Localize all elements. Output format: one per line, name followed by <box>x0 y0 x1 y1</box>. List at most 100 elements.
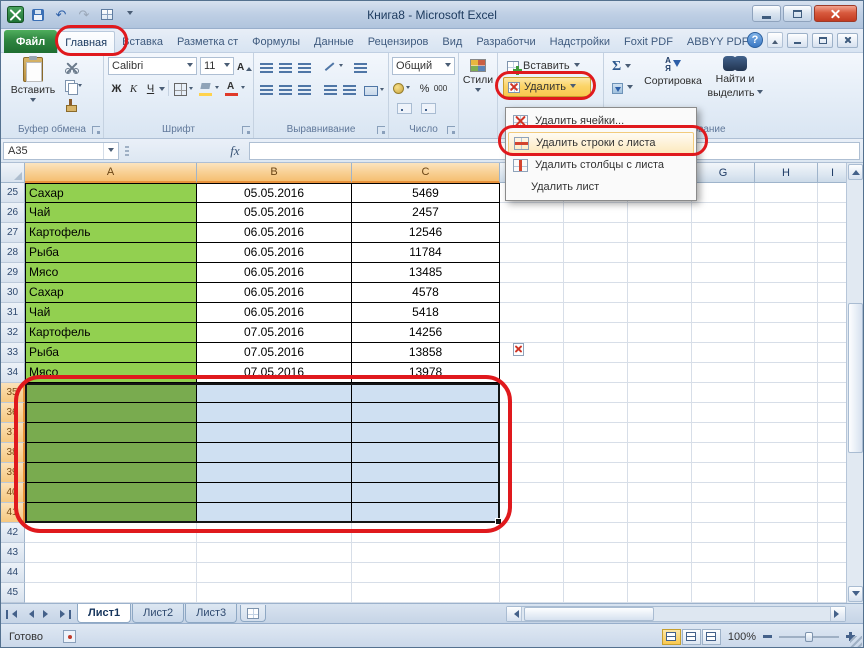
menu-item[interactable]: Удалить ячейки... <box>508 110 694 132</box>
cell-E30[interactable] <box>564 283 628 303</box>
cell-B35[interactable] <box>197 383 352 403</box>
column-header-A[interactable]: A <box>25 163 197 183</box>
qat-customize-button[interactable] <box>121 6 139 24</box>
cell-G30[interactable] <box>692 283 755 303</box>
cell-A30[interactable]: Сахар <box>25 283 197 303</box>
cell-C29[interactable]: 13485 <box>352 263 500 283</box>
tab-Файл[interactable]: Файл <box>4 30 58 53</box>
undo-button[interactable]: ↶ <box>52 6 70 24</box>
redo-button[interactable]: ↷ <box>75 6 93 24</box>
number-format-combo[interactable]: Общий <box>392 57 455 75</box>
cell-G33[interactable] <box>692 343 755 363</box>
cell-H34[interactable] <box>755 363 818 383</box>
menu-item[interactable]: Удалить лист <box>508 176 694 356</box>
cell-E43[interactable] <box>564 543 628 563</box>
cell-E33[interactable] <box>564 343 628 363</box>
row-header-33[interactable]: 33 <box>1 343 25 363</box>
row-header-25[interactable]: 25 <box>1 183 25 203</box>
cell-B32[interactable]: 07.05.2016 <box>197 323 352 343</box>
tab-Foxit PDF[interactable]: Foxit PDF <box>617 31 680 53</box>
cell-I42[interactable] <box>818 523 848 543</box>
cell-H39[interactable] <box>755 463 818 483</box>
cell-I28[interactable] <box>818 243 848 263</box>
cell-C25[interactable]: 5469 <box>352 183 500 203</box>
name-box[interactable]: A35 <box>3 142 119 160</box>
cell-B36[interactable] <box>197 403 352 423</box>
cell-G27[interactable] <box>692 223 755 243</box>
cell-D43[interactable] <box>500 543 564 563</box>
cell-C37[interactable] <box>352 423 500 443</box>
cell-I30[interactable] <box>818 283 848 303</box>
cell-B44[interactable] <box>197 563 352 583</box>
cell-I40[interactable] <box>818 483 848 503</box>
row-header-28[interactable]: 28 <box>1 243 25 263</box>
cell-D29[interactable] <box>500 263 564 283</box>
cell-D35[interactable] <box>500 383 564 403</box>
wrap-text-button[interactable] <box>354 59 367 76</box>
cell-H38[interactable] <box>755 443 818 463</box>
tab-Формулы[interactable]: Формулы <box>245 31 307 53</box>
cell-D26[interactable] <box>500 203 564 223</box>
cell-A31[interactable]: Чай <box>25 303 197 323</box>
sheet-tab-Лист1[interactable]: Лист1 <box>77 604 132 623</box>
cell-G36[interactable] <box>692 403 755 423</box>
cell-B37[interactable] <box>197 423 352 443</box>
horizontal-scroll-thumb[interactable] <box>524 607 654 621</box>
cell-H45[interactable] <box>755 583 818 603</box>
cell-E26[interactable] <box>564 203 628 223</box>
cell-D30[interactable] <box>500 283 564 303</box>
cell-H31[interactable] <box>755 303 818 323</box>
cell-D37[interactable] <box>500 423 564 443</box>
next-sheet-button[interactable] <box>39 606 55 622</box>
cell-F32[interactable] <box>628 323 692 343</box>
cell-A41[interactable] <box>25 503 197 523</box>
cell-I45[interactable] <box>818 583 848 603</box>
cell-B40[interactable] <box>197 483 352 503</box>
cell-G25[interactable] <box>692 183 755 203</box>
cell-A29[interactable]: Мясо <box>25 263 197 283</box>
row-header-29[interactable]: 29 <box>1 263 25 283</box>
cell-G38[interactable] <box>692 443 755 463</box>
cell-G32[interactable] <box>692 323 755 343</box>
workbook-restore-button[interactable] <box>812 32 833 48</box>
cell-D40[interactable] <box>500 483 564 503</box>
column-header-G[interactable]: G <box>692 163 755 183</box>
cell-C34[interactable]: 13978 <box>352 363 500 383</box>
cell-C45[interactable] <box>352 583 500 603</box>
cell-B33[interactable]: 07.05.2016 <box>197 343 352 363</box>
cell-H26[interactable] <box>755 203 818 223</box>
orientation-button[interactable] <box>324 58 343 75</box>
cell-G41[interactable] <box>692 503 755 523</box>
tab-Вид[interactable]: Вид <box>435 31 469 53</box>
cell-B31[interactable]: 06.05.2016 <box>197 303 352 323</box>
scroll-down-button[interactable] <box>848 586 863 602</box>
cell-G40[interactable] <box>692 483 755 503</box>
cell-B26[interactable]: 05.05.2016 <box>197 203 352 223</box>
cell-C30[interactable]: 4578 <box>352 283 500 303</box>
cell-C28[interactable]: 11784 <box>352 243 500 263</box>
cell-C31[interactable]: 5418 <box>352 303 500 323</box>
align-middle-button[interactable] <box>279 59 292 76</box>
row-header-42[interactable]: 42 <box>1 523 25 543</box>
align-bottom-button[interactable] <box>298 59 311 76</box>
cell-H42[interactable] <box>755 523 818 543</box>
row-header-43[interactable]: 43 <box>1 543 25 563</box>
cell-E32[interactable] <box>564 323 628 343</box>
cell-D34[interactable] <box>500 363 564 383</box>
row-header-27[interactable]: 27 <box>1 223 25 243</box>
cell-F38[interactable] <box>628 443 692 463</box>
menu-item[interactable]: Удалить строки с листа <box>508 132 694 154</box>
cell-I44[interactable] <box>818 563 848 583</box>
tab-Разработчи[interactable]: Разработчи <box>469 31 542 53</box>
workbook-minimize-button[interactable] <box>787 32 808 48</box>
cell-D27[interactable] <box>500 223 564 243</box>
column-header-B[interactable]: B <box>197 163 352 183</box>
cell-C44[interactable] <box>352 563 500 583</box>
row-header-32[interactable]: 32 <box>1 323 25 343</box>
cell-G26[interactable] <box>692 203 755 223</box>
cell-B39[interactable] <box>197 463 352 483</box>
sheet-tab-Лист3[interactable]: Лист3 <box>185 604 238 623</box>
tab-Данные[interactable]: Данные <box>307 31 361 53</box>
cell-A34[interactable]: Мясо <box>25 363 197 383</box>
cell-G45[interactable] <box>692 583 755 603</box>
